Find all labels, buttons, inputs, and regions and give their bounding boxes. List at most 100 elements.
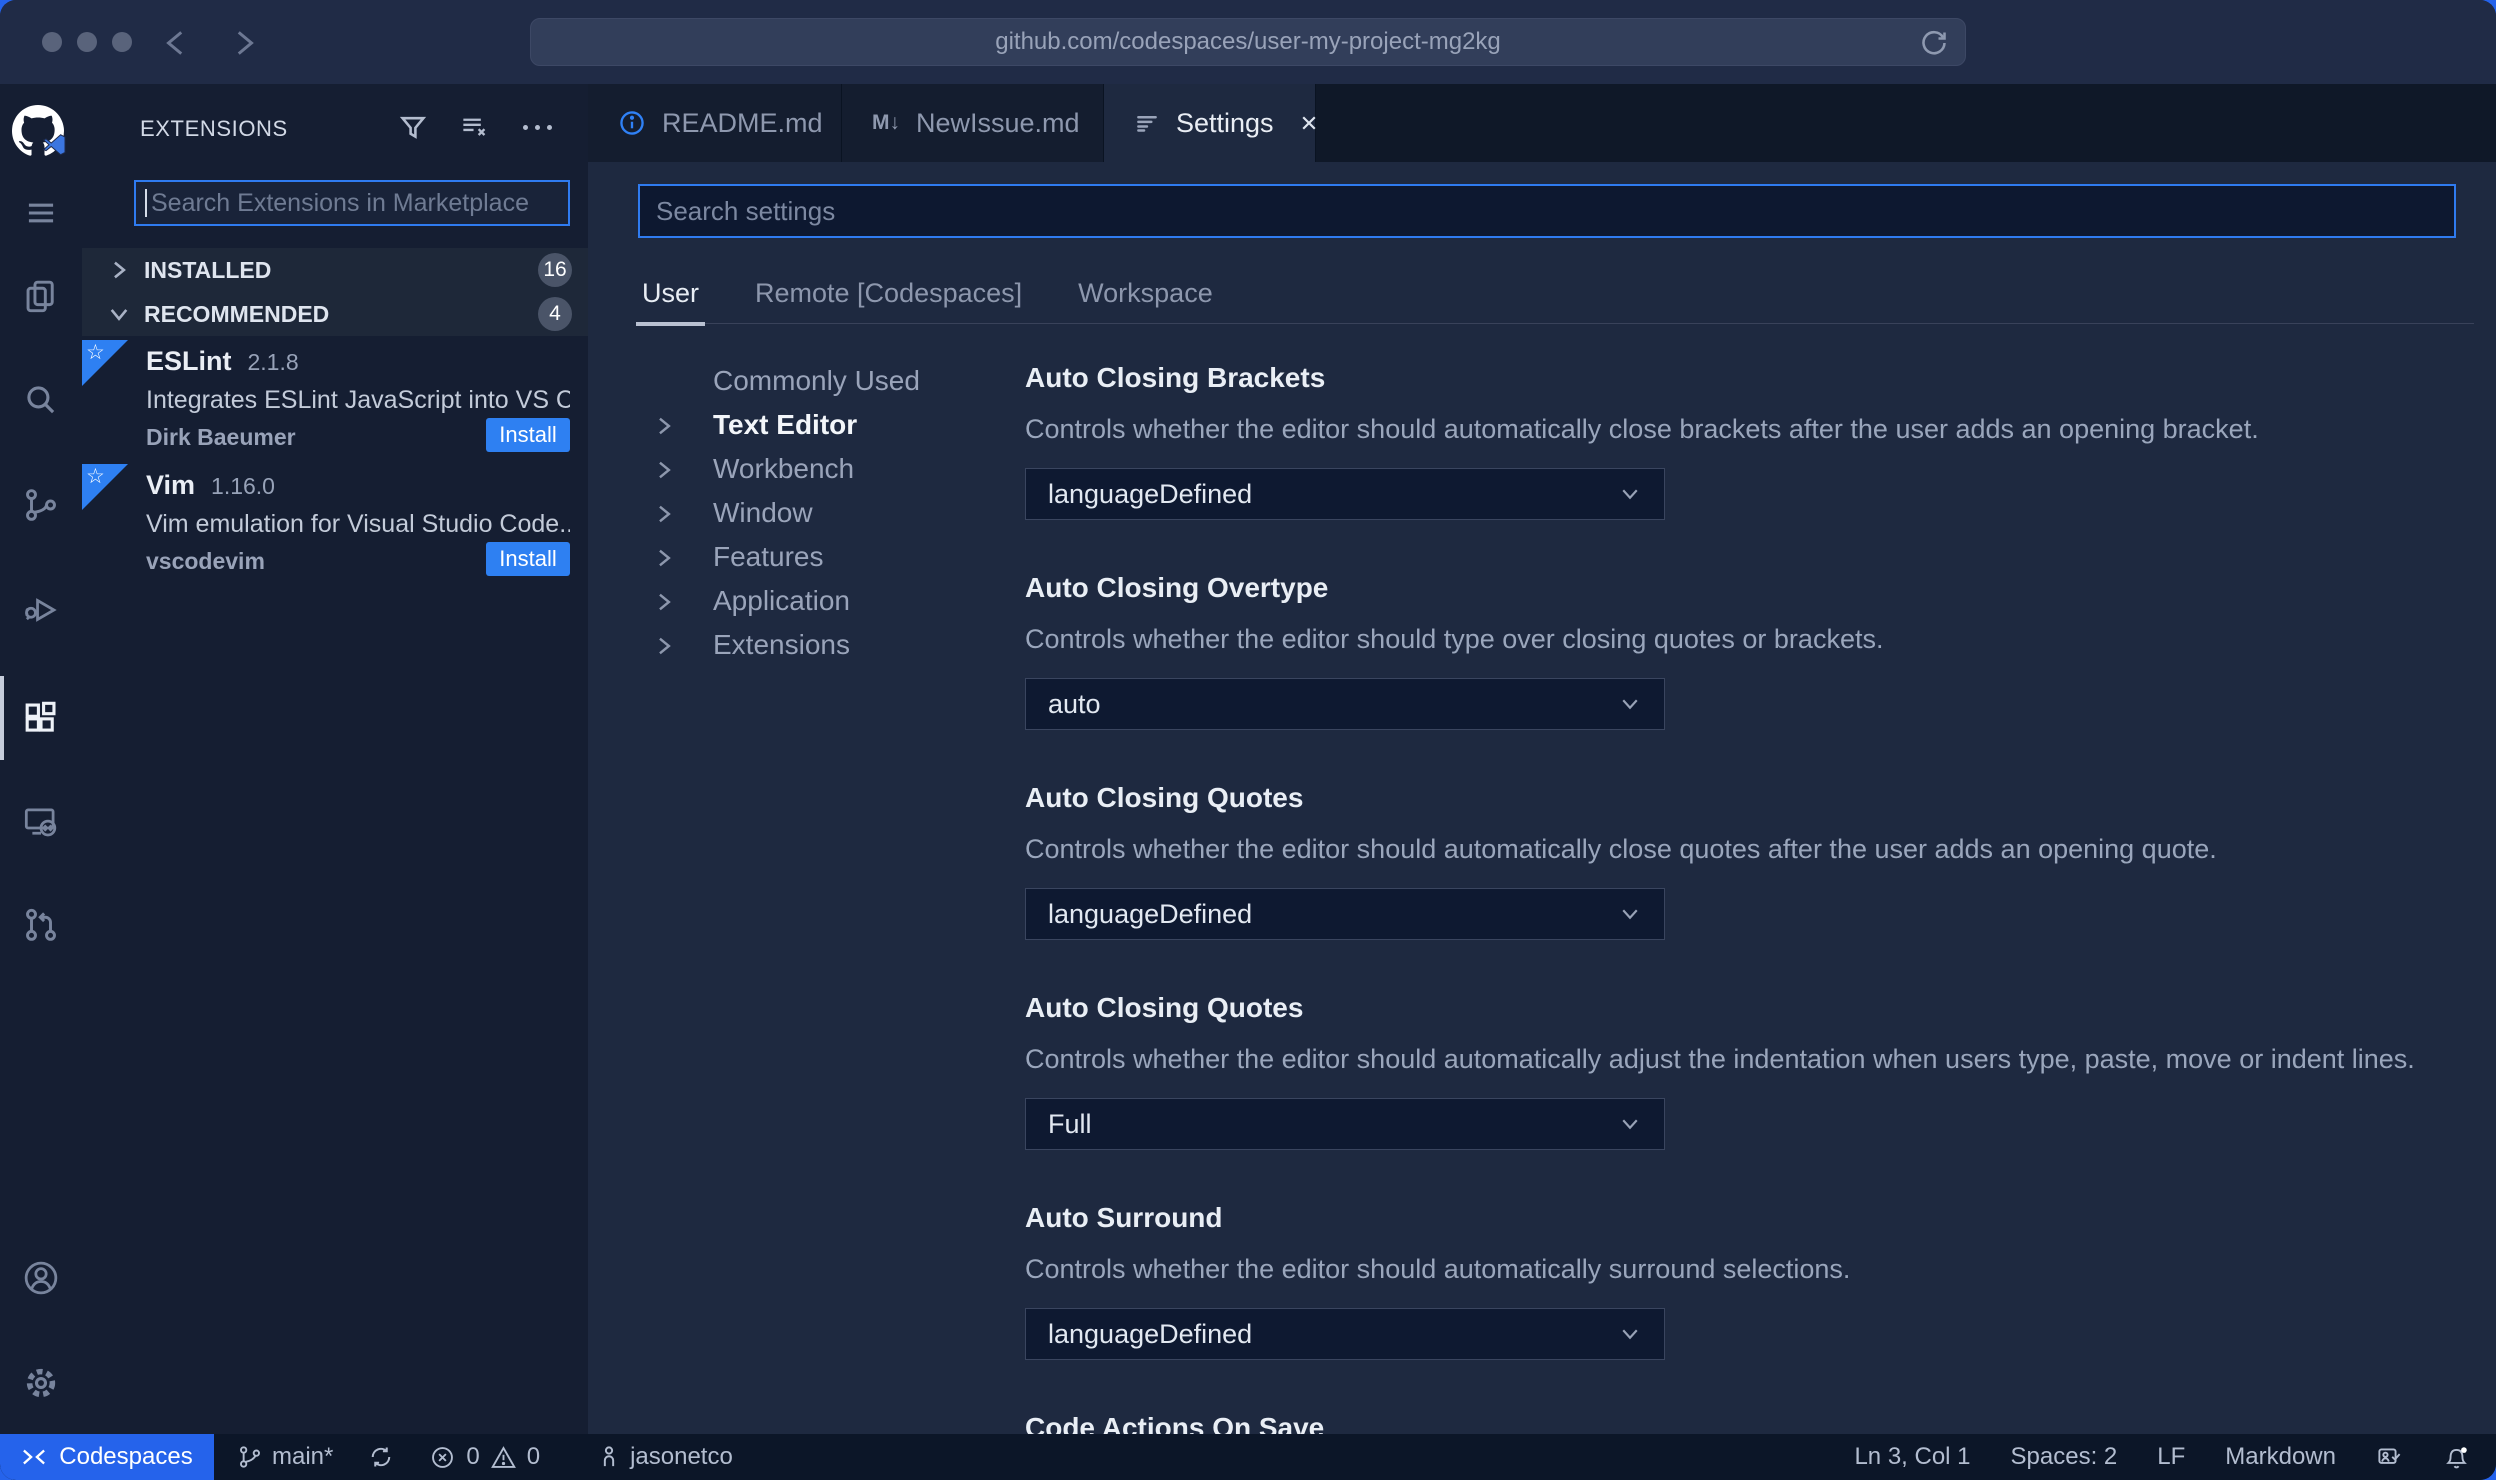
dropdown-value: Full	[1048, 1108, 1092, 1139]
markdown-icon: M↓	[872, 111, 900, 134]
search-icon[interactable]	[19, 378, 63, 422]
section-recommended[interactable]: RECOMMENDED 4	[82, 292, 588, 336]
language-mode[interactable]: Markdown	[2225, 1443, 2336, 1471]
window-controls	[42, 32, 132, 52]
cursor-position[interactable]: Ln 3, Col 1	[1854, 1443, 1970, 1471]
chevron-right-icon	[651, 413, 677, 439]
tree-item-workbench[interactable]: Workbench	[588, 447, 1018, 491]
section-label: INSTALLED	[144, 257, 272, 283]
settings-search-input[interactable]	[640, 186, 2454, 236]
account-icon[interactable]	[19, 1256, 63, 1300]
sync-button[interactable]	[367, 1443, 395, 1471]
address-bar[interactable]: github.com/codespaces/user-my-project-mg…	[530, 18, 1966, 66]
setting-entry: Code Actions On Save	[1025, 1410, 2456, 1434]
tree-item-commonly-used[interactable]: Commonly Used	[588, 359, 1018, 403]
clear-extensions-icon[interactable]	[458, 110, 492, 144]
branch-name: main*	[272, 1443, 334, 1470]
setting-dropdown[interactable]: languageDefined	[1025, 888, 1665, 940]
setting-dropdown[interactable]: Full	[1025, 1098, 1665, 1150]
chevron-down-icon	[1618, 482, 1642, 506]
chevron-right-icon	[106, 257, 132, 283]
count-badge: 16	[538, 253, 572, 287]
extension-list-item[interactable]: ☆ Vim 1.16.0 Vim emulation for Visual Stu…	[82, 464, 588, 588]
source-control-icon[interactable]	[19, 483, 63, 527]
menu-icon[interactable]	[19, 191, 63, 235]
setting-entry: Auto Closing Quotes Controls whether the…	[1025, 780, 2456, 940]
indentation[interactable]: Spaces: 2	[2011, 1443, 2118, 1471]
pull-requests-icon[interactable]	[19, 903, 63, 947]
tree-item-features[interactable]: Features	[588, 535, 1018, 579]
scope-tab-workspace[interactable]: Workspace	[1074, 264, 1217, 323]
setting-description: Controls whether the editor should type …	[1025, 624, 1884, 654]
extension-list-item[interactable]: ☆ ESLint 2.1.8 Integrates ESLint JavaScri…	[82, 340, 588, 464]
extension-description: Vim emulation for Visual Studio Code...	[146, 510, 570, 538]
window-close-button[interactable]	[42, 32, 62, 52]
settings-search-box[interactable]	[638, 184, 2456, 238]
explorer-icon[interactable]	[19, 274, 63, 318]
tree-item-application[interactable]: Application	[588, 579, 1018, 623]
extensions-panel: EXTENSIONS INSTALLED 16	[82, 84, 588, 1434]
branch-status[interactable]: main*	[236, 1443, 333, 1471]
setting-title: Auto Surround	[1025, 1202, 1223, 1233]
reload-icon[interactable]	[1919, 28, 1949, 58]
setting-dropdown[interactable]: auto	[1025, 678, 1665, 730]
editor-group: README.md M↓ NewIssue.md Settings User	[588, 84, 2496, 1434]
setting-dropdown[interactable]: languageDefined	[1025, 1308, 1665, 1360]
setting-entry: Auto Closing Quotes Controls whether the…	[1025, 990, 2456, 1150]
tree-item-extensions[interactable]: Extensions	[588, 623, 1018, 667]
section-label: RECOMMENDED	[144, 301, 330, 327]
feedback-icon[interactable]	[2376, 1444, 2403, 1471]
notifications-bell-icon[interactable]	[2443, 1444, 2470, 1471]
chevron-right-icon	[651, 633, 677, 659]
sync-icon	[372, 1447, 391, 1467]
tree-item-text-editor[interactable]: Text Editor	[588, 403, 1018, 447]
codespaces-label: Codespaces	[59, 1443, 193, 1470]
extension-version: 1.16.0	[211, 473, 275, 499]
extensions-search-box[interactable]	[134, 180, 570, 226]
scope-tab-remote[interactable]: Remote [Codespaces]	[751, 264, 1026, 323]
extension-author: Dirk Baeumer	[146, 424, 296, 450]
filter-icon[interactable]	[396, 110, 430, 144]
url-text: github.com/codespaces/user-my-project-mg…	[995, 28, 1501, 55]
tab-readme[interactable]: README.md	[588, 84, 842, 162]
install-button[interactable]: Install	[486, 418, 570, 452]
star-icon: ☆	[86, 465, 105, 488]
close-icon[interactable]	[1296, 110, 1322, 136]
panel-title: EXTENSIONS	[140, 116, 288, 141]
extensions-search-input[interactable]	[147, 182, 568, 224]
info-icon	[618, 109, 646, 137]
error-count: 0	[466, 1443, 480, 1470]
install-button[interactable]: Install	[486, 542, 570, 576]
window-minimize-button[interactable]	[77, 32, 97, 52]
error-icon	[432, 1446, 454, 1468]
setting-description: Controls whether the editor should autom…	[1025, 1044, 2415, 1074]
eol-sequence[interactable]: LF	[2157, 1443, 2185, 1471]
chevron-right-icon	[651, 501, 677, 527]
remote-explorer-icon[interactable]	[19, 800, 63, 844]
run-debug-icon[interactable]	[19, 588, 63, 632]
remote-icon	[23, 1449, 46, 1465]
settings-gear-icon[interactable]	[19, 1361, 63, 1405]
dropdown-value: auto	[1048, 688, 1101, 719]
remote-indicator[interactable]: Codespaces	[0, 1434, 214, 1480]
window-maximize-button[interactable]	[112, 32, 132, 52]
github-codespaces-logo	[12, 105, 72, 165]
user-status[interactable]: jasonetco	[596, 1443, 733, 1471]
setting-description: Controls whether the editor should autom…	[1025, 834, 2217, 864]
forward-icon[interactable]	[226, 26, 260, 60]
back-icon[interactable]	[160, 26, 194, 60]
scope-tab-user[interactable]: User	[635, 264, 706, 326]
tab-settings[interactable]: Settings	[1104, 84, 1316, 162]
setting-title: Auto Closing Quotes	[1025, 992, 1304, 1023]
extensions-icon[interactable]	[19, 696, 63, 740]
warning-count: 0	[526, 1443, 541, 1470]
username: jasonetco	[630, 1443, 733, 1470]
setting-dropdown[interactable]: languageDefined	[1025, 468, 1665, 520]
section-installed[interactable]: INSTALLED 16	[82, 248, 588, 292]
tab-newissue[interactable]: M↓ NewIssue.md	[842, 84, 1104, 162]
chevron-right-icon	[651, 589, 677, 615]
problems-status[interactable]: 0 0	[429, 1443, 540, 1471]
tree-item-window[interactable]: Window	[588, 491, 1018, 535]
more-actions-icon[interactable]	[520, 110, 554, 144]
tab-label: Settings	[1176, 107, 1274, 138]
